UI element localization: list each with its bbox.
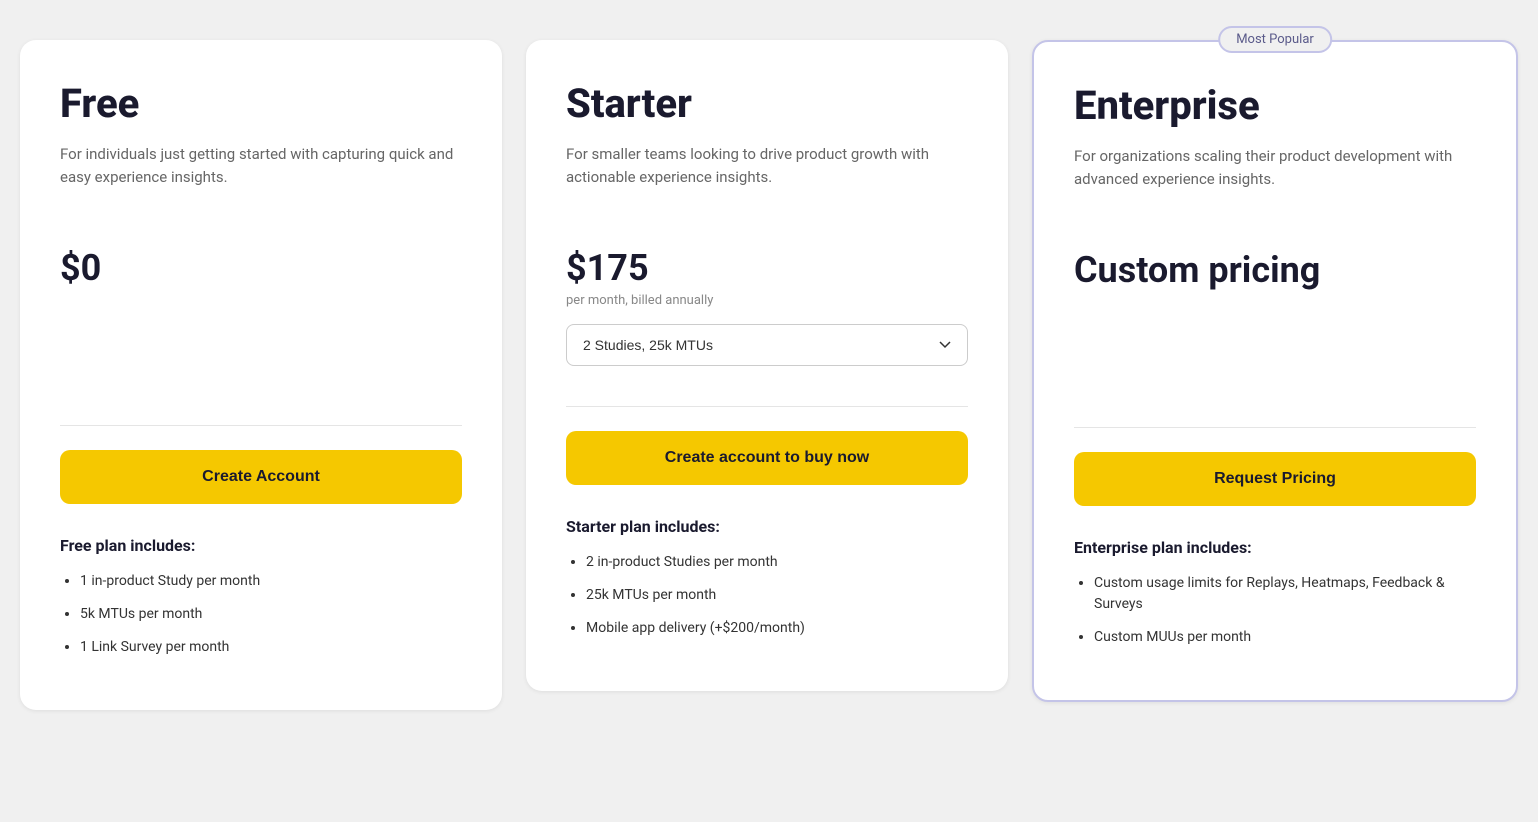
- feature-item: 1 Link Survey per month: [80, 637, 462, 658]
- plan-selector-starter[interactable]: 2 Studies, 25k MTUs5 Studies, 50k MTUs10…: [566, 324, 968, 366]
- plan-description-enterprise: For organizations scaling their product …: [1074, 145, 1476, 217]
- plan-description-free: For individuals just getting started wit…: [60, 143, 462, 215]
- includes-title-free: Free plan includes:: [60, 536, 462, 555]
- feature-item: Mobile app delivery (+$200/month): [586, 618, 968, 639]
- plan-price-starter: $175: [566, 247, 968, 289]
- features-list-enterprise: Custom usage limits for Replays, Heatmap…: [1074, 573, 1476, 648]
- feature-item: 5k MTUs per month: [80, 604, 462, 625]
- plan-price-free: $0: [60, 247, 462, 289]
- divider-free: [60, 425, 462, 426]
- features-list-starter: 2 in-product Studies per month 25k MTUs p…: [566, 552, 968, 639]
- divider-enterprise: [1074, 427, 1476, 428]
- plan-price-enterprise: Custom pricing: [1074, 249, 1476, 291]
- feature-item: Custom usage limits for Replays, Heatmap…: [1094, 573, 1476, 615]
- plan-description-starter: For smaller teams looking to drive produ…: [566, 143, 968, 215]
- cta-button-free[interactable]: Create Account: [60, 450, 462, 504]
- feature-item: 1 in-product Study per month: [80, 571, 462, 592]
- most-popular-badge: Most Popular: [1218, 26, 1332, 53]
- includes-title-enterprise: Enterprise plan includes:: [1074, 538, 1476, 557]
- feature-item: 2 in-product Studies per month: [586, 552, 968, 573]
- plan-card-free: Free For individuals just getting started…: [20, 40, 502, 710]
- plan-card-starter: Starter For smaller teams looking to driv…: [526, 40, 1008, 691]
- pricing-container: Free For individuals just getting started…: [20, 40, 1518, 710]
- plan-name-enterprise: Enterprise: [1074, 82, 1476, 129]
- includes-title-starter: Starter plan includes:: [566, 517, 968, 536]
- divider-starter: [566, 406, 968, 407]
- feature-item: 25k MTUs per month: [586, 585, 968, 606]
- price-note-starter: per month, billed annually: [566, 293, 968, 308]
- feature-item: Custom MUUs per month: [1094, 627, 1476, 648]
- plan-name-free: Free: [60, 80, 462, 127]
- plan-name-starter: Starter: [566, 80, 968, 127]
- cta-button-starter[interactable]: Create account to buy now: [566, 431, 968, 485]
- cta-button-enterprise[interactable]: Request Pricing: [1074, 452, 1476, 506]
- plan-card-enterprise: Most PopularEnterpriseFor organizations …: [1032, 40, 1518, 702]
- features-list-free: 1 in-product Study per month 5k MTUs per …: [60, 571, 462, 658]
